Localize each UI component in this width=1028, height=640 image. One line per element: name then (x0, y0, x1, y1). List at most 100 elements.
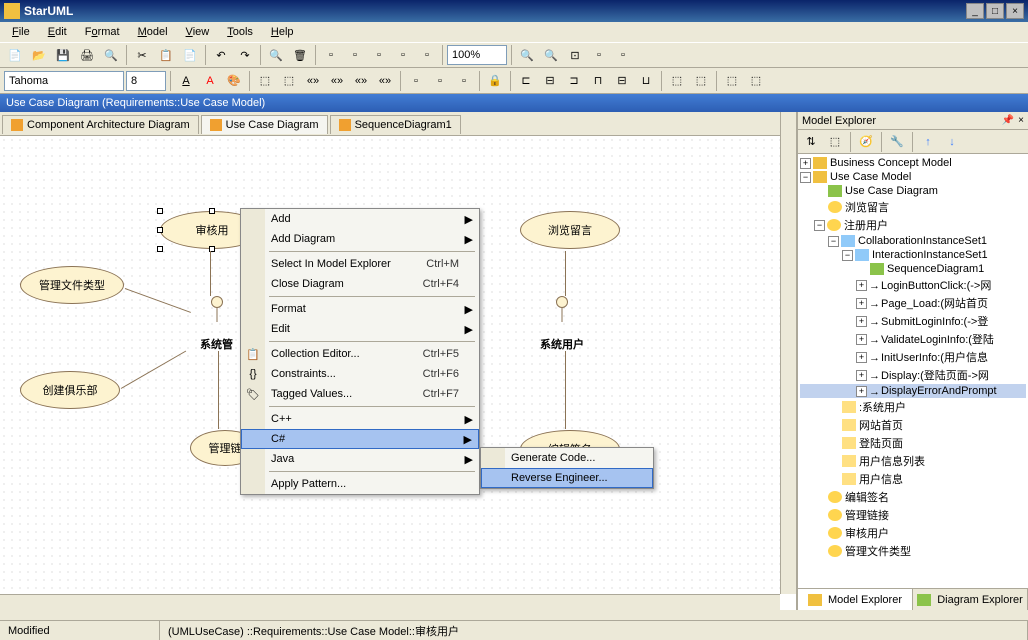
minimize-button[interactable]: _ (966, 3, 984, 19)
tab-model-explorer[interactable]: Model Explorer (798, 589, 913, 610)
expand-icon[interactable]: + (800, 158, 811, 169)
tree-node[interactable]: −注册用户 (800, 216, 1026, 234)
down-button[interactable]: ↓ (941, 131, 963, 153)
collapse-icon[interactable]: − (800, 172, 811, 183)
find-button[interactable]: 🔍 (265, 44, 287, 66)
menu-file[interactable]: File (4, 24, 38, 40)
usecase-manage-file-types[interactable]: 管理文件类型 (20, 266, 124, 304)
tab-sequence[interactable]: SequenceDiagram1 (330, 115, 461, 134)
line-a-button[interactable]: ⬚ (254, 70, 276, 92)
menu-model[interactable]: Model (130, 24, 176, 40)
menu-tools[interactable]: Tools (219, 24, 261, 40)
menu-view[interactable]: View (178, 24, 218, 40)
lock-button[interactable]: 🔒 (484, 70, 506, 92)
expand-icon[interactable]: + (856, 316, 867, 327)
menu-select-in-explorer[interactable]: Select In Model ExplorerCtrl+M (241, 254, 479, 274)
menu-edit[interactable]: Edit (40, 24, 75, 40)
tree-node[interactable]: −CollaborationInstanceSet1 (800, 234, 1026, 248)
tree-node[interactable]: +→LoginButtonClick:(->网 (800, 276, 1026, 294)
align-m-button[interactable]: ⊟ (611, 70, 633, 92)
menu-cpp[interactable]: C++▶ (241, 409, 479, 429)
tree-node[interactable]: SequenceDiagram1 (800, 262, 1026, 276)
collapse-icon[interactable]: − (842, 250, 853, 261)
pin-icon[interactable]: 📌 (1002, 115, 1014, 126)
tool-a-button[interactable]: ▫ (320, 44, 342, 66)
tree-node[interactable]: +→InitUserInfo:(用户信息 (800, 348, 1026, 366)
tree-node[interactable]: Use Case Diagram (800, 184, 1026, 198)
menu-apply-pattern[interactable]: Apply Pattern... (241, 474, 479, 494)
redo-button[interactable]: ↷ (234, 44, 256, 66)
vis-b-button[interactable]: ▫ (429, 70, 451, 92)
menu-add[interactable]: Add▶ (241, 209, 479, 229)
align-t-button[interactable]: ⊓ (587, 70, 609, 92)
zoom-input[interactable] (447, 45, 507, 65)
expand-icon[interactable]: + (856, 352, 867, 363)
tool-d-button[interactable]: ▫ (392, 44, 414, 66)
tab-use-case[interactable]: Use Case Diagram (201, 115, 328, 134)
font-style-button[interactable]: A (175, 70, 197, 92)
collapse-icon[interactable]: − (814, 220, 825, 231)
filter-button[interactable]: ⬚ (824, 131, 846, 153)
vis-a-button[interactable]: ▫ (405, 70, 427, 92)
align-c-button[interactable]: ⊟ (539, 70, 561, 92)
nav-button[interactable]: 🧭 (855, 131, 877, 153)
font-size-input[interactable] (126, 71, 166, 91)
menu-help[interactable]: Help (263, 24, 302, 40)
zoom-fit-button[interactable]: ⊡ (564, 44, 586, 66)
stereo-b-button[interactable]: «» (326, 70, 348, 92)
delete-button[interactable]: 🗑 (289, 44, 311, 66)
cut-button[interactable]: ✂ (131, 44, 153, 66)
preview-button[interactable]: 🔍 (100, 44, 122, 66)
tool-c-button[interactable]: ▫ (368, 44, 390, 66)
print-button[interactable]: 🖨 (76, 44, 98, 66)
tree-node[interactable]: 管理文件类型 (800, 542, 1026, 560)
tool-b-button[interactable]: ▫ (344, 44, 366, 66)
tree-node[interactable]: +→ValidateLoginInfo:(登陆 (800, 330, 1026, 348)
actor-system-user[interactable]: 系统用户 (540, 296, 584, 352)
menu-java[interactable]: Java▶ (241, 449, 479, 469)
canvas-area[interactable]: Component Architecture Diagram Use Case … (0, 112, 798, 610)
menu-csharp[interactable]: C#▶ (241, 429, 479, 449)
tree-node[interactable]: +→Page_Load:(网站首页 (800, 294, 1026, 312)
tool-e-button[interactable]: ▫ (416, 44, 438, 66)
tab-diagram-explorer[interactable]: Diagram Explorer (913, 589, 1028, 610)
submenu-reverse-engineer[interactable]: Reverse Engineer... (481, 468, 653, 488)
align-r-button[interactable]: ⊐ (563, 70, 585, 92)
sort-button[interactable]: ⇅ (800, 131, 822, 153)
usecase-create-club[interactable]: 创建俱乐部 (20, 371, 120, 409)
paste-button[interactable]: 📄 (179, 44, 201, 66)
tree-node[interactable]: 网站首页 (800, 416, 1026, 434)
tab-component-arch[interactable]: Component Architecture Diagram (2, 115, 199, 134)
expand-icon[interactable]: + (856, 370, 867, 381)
expand-icon[interactable]: + (856, 298, 867, 309)
new-button[interactable]: 📄 (4, 44, 26, 66)
zoom-out-button[interactable]: 🔍 (540, 44, 562, 66)
stereo-a-button[interactable]: «» (302, 70, 324, 92)
expand-icon[interactable]: + (856, 334, 867, 345)
vertical-scrollbar[interactable] (780, 112, 796, 594)
tree-node[interactable]: 浏览留言 (800, 198, 1026, 216)
tree-node[interactable]: 用户信息 (800, 470, 1026, 488)
tree-node[interactable]: 审核用户 (800, 524, 1026, 542)
tree-node[interactable]: :系统用户 (800, 398, 1026, 416)
tree-node[interactable]: +→Display:(登陆页面->网 (800, 366, 1026, 384)
submenu-generate-code[interactable]: Generate Code... (481, 448, 653, 468)
align-b-button[interactable]: ⊔ (635, 70, 657, 92)
menu-edit[interactable]: Edit▶ (241, 319, 479, 339)
stereo-c-button[interactable]: «» (350, 70, 372, 92)
font-input[interactable] (4, 71, 124, 91)
menu-tagged-values[interactable]: 🏷Tagged Values...Ctrl+F7 (241, 384, 479, 404)
tree-node[interactable]: 管理链接 (800, 506, 1026, 524)
copy-button[interactable]: 📋 (155, 44, 177, 66)
menu-constraints[interactable]: {}Constraints...Ctrl+F6 (241, 364, 479, 384)
align-l-button[interactable]: ⊏ (515, 70, 537, 92)
panel-close-icon[interactable]: × (1018, 115, 1024, 126)
tree-node[interactable]: 登陆页面 (800, 434, 1026, 452)
undo-button[interactable]: ↶ (210, 44, 232, 66)
misc-button[interactable]: ▫ (612, 44, 634, 66)
usecase-browse-messages[interactable]: 浏览留言 (520, 211, 620, 249)
actor-system-admin[interactable]: 系统管 (200, 296, 233, 352)
maximize-button[interactable]: □ (986, 3, 1004, 19)
tree-node[interactable]: −InteractionInstanceSet1 (800, 248, 1026, 262)
zoom-in-button[interactable]: 🔍 (516, 44, 538, 66)
